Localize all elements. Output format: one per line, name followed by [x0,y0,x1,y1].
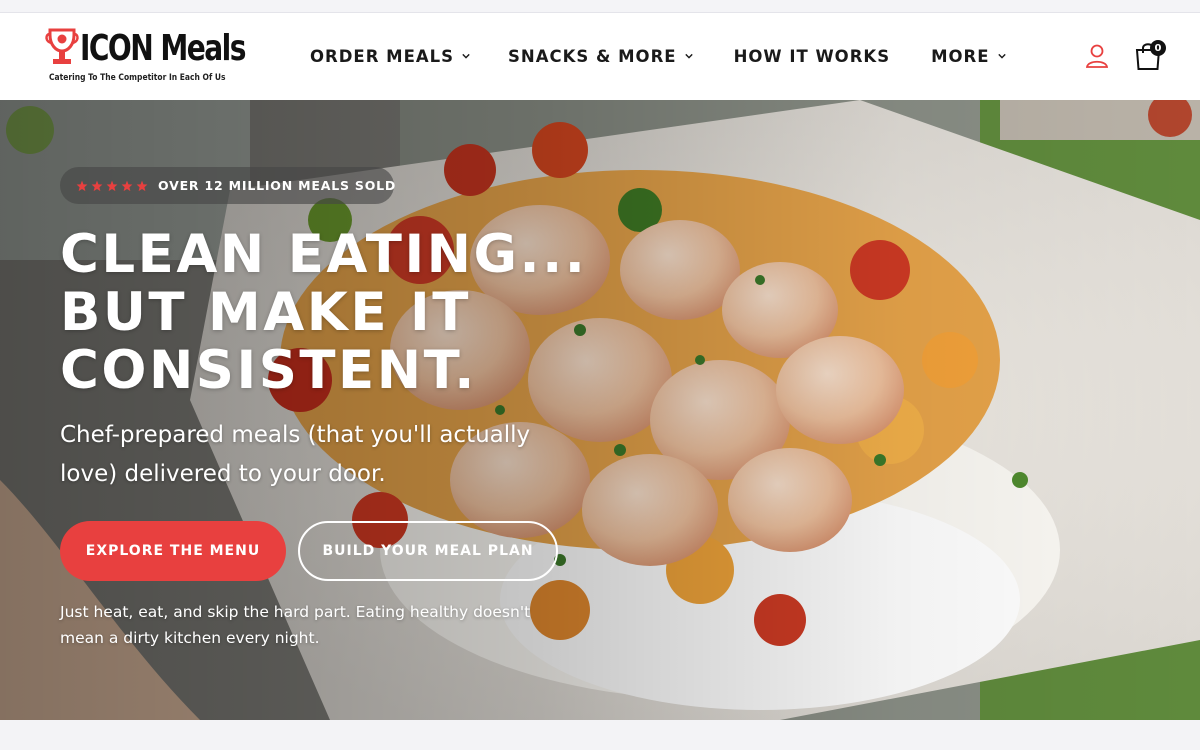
rating-stars [76,180,148,192]
headline-line-2: BUT MAKE IT [60,282,471,343]
nav-more[interactable]: MORE [931,46,1006,66]
star-icon [121,180,133,191]
hero-note: Just heat, eat, and skip the hard part. … [60,603,531,647]
main-nav: ORDER MEALS SNACKS & MORE HOW IT WORKS M… [310,44,1006,68]
hero-headline: CLEAN EATING... BUT MAKE IT CONSISTENT. [60,226,587,400]
brand-logo[interactable]: ICON Meals Catering To The Competitor In… [44,27,246,87]
nav-snacks-more[interactable]: SNACKS & MORE [508,47,693,66]
headline-line-1: CLEAN EATING... [60,224,588,285]
star-icon [136,180,148,191]
hero-section: OVER 12 MILLION MEALS SOLD CLEAN EATING.… [0,100,1200,720]
explore-menu-button[interactable]: EXPLORE THE MENU [60,521,286,581]
star-icon [76,180,88,191]
star-icon [106,180,118,191]
cart-count-badge: 0 [1150,40,1166,56]
site-header: ICON Meals Catering To The Competitor In… [0,13,1200,100]
chevron-down-icon [462,53,470,59]
chevron-down-icon [997,53,1006,59]
badge-text: OVER 12 MILLION MEALS SOLD [158,178,397,193]
nav-how-it-works-label: HOW IT WORKS [733,46,891,66]
nav-order-meals-label: ORDER MEALS [310,46,455,66]
nav-more-label: MORE [931,46,990,66]
brand-tagline: Catering To The Competitor In Each Of Us [49,73,226,83]
nav-how-it-works[interactable]: HOW IT WORKS [734,47,891,66]
headline-line-3: CONSISTENT. [60,340,477,401]
social-proof-badge: OVER 12 MILLION MEALS SOLD [60,167,397,204]
nav-order-meals[interactable]: ORDER MEALS [310,47,470,66]
top-strip [0,0,1200,13]
chevron-down-icon [684,53,693,59]
hero-subhead: Chef-prepared meals (that you'll actuall… [60,422,531,487]
build-meal-plan-button[interactable]: BUILD YOUR MEAL PLAN [298,521,558,581]
nav-snacks-more-label: SNACKS & MORE [508,46,677,66]
trophy-icon [45,28,79,64]
brand-name: ICON Meals [80,28,246,69]
below-hero-band [0,720,1200,750]
user-icon[interactable] [1085,43,1109,69]
star-icon [91,180,103,191]
